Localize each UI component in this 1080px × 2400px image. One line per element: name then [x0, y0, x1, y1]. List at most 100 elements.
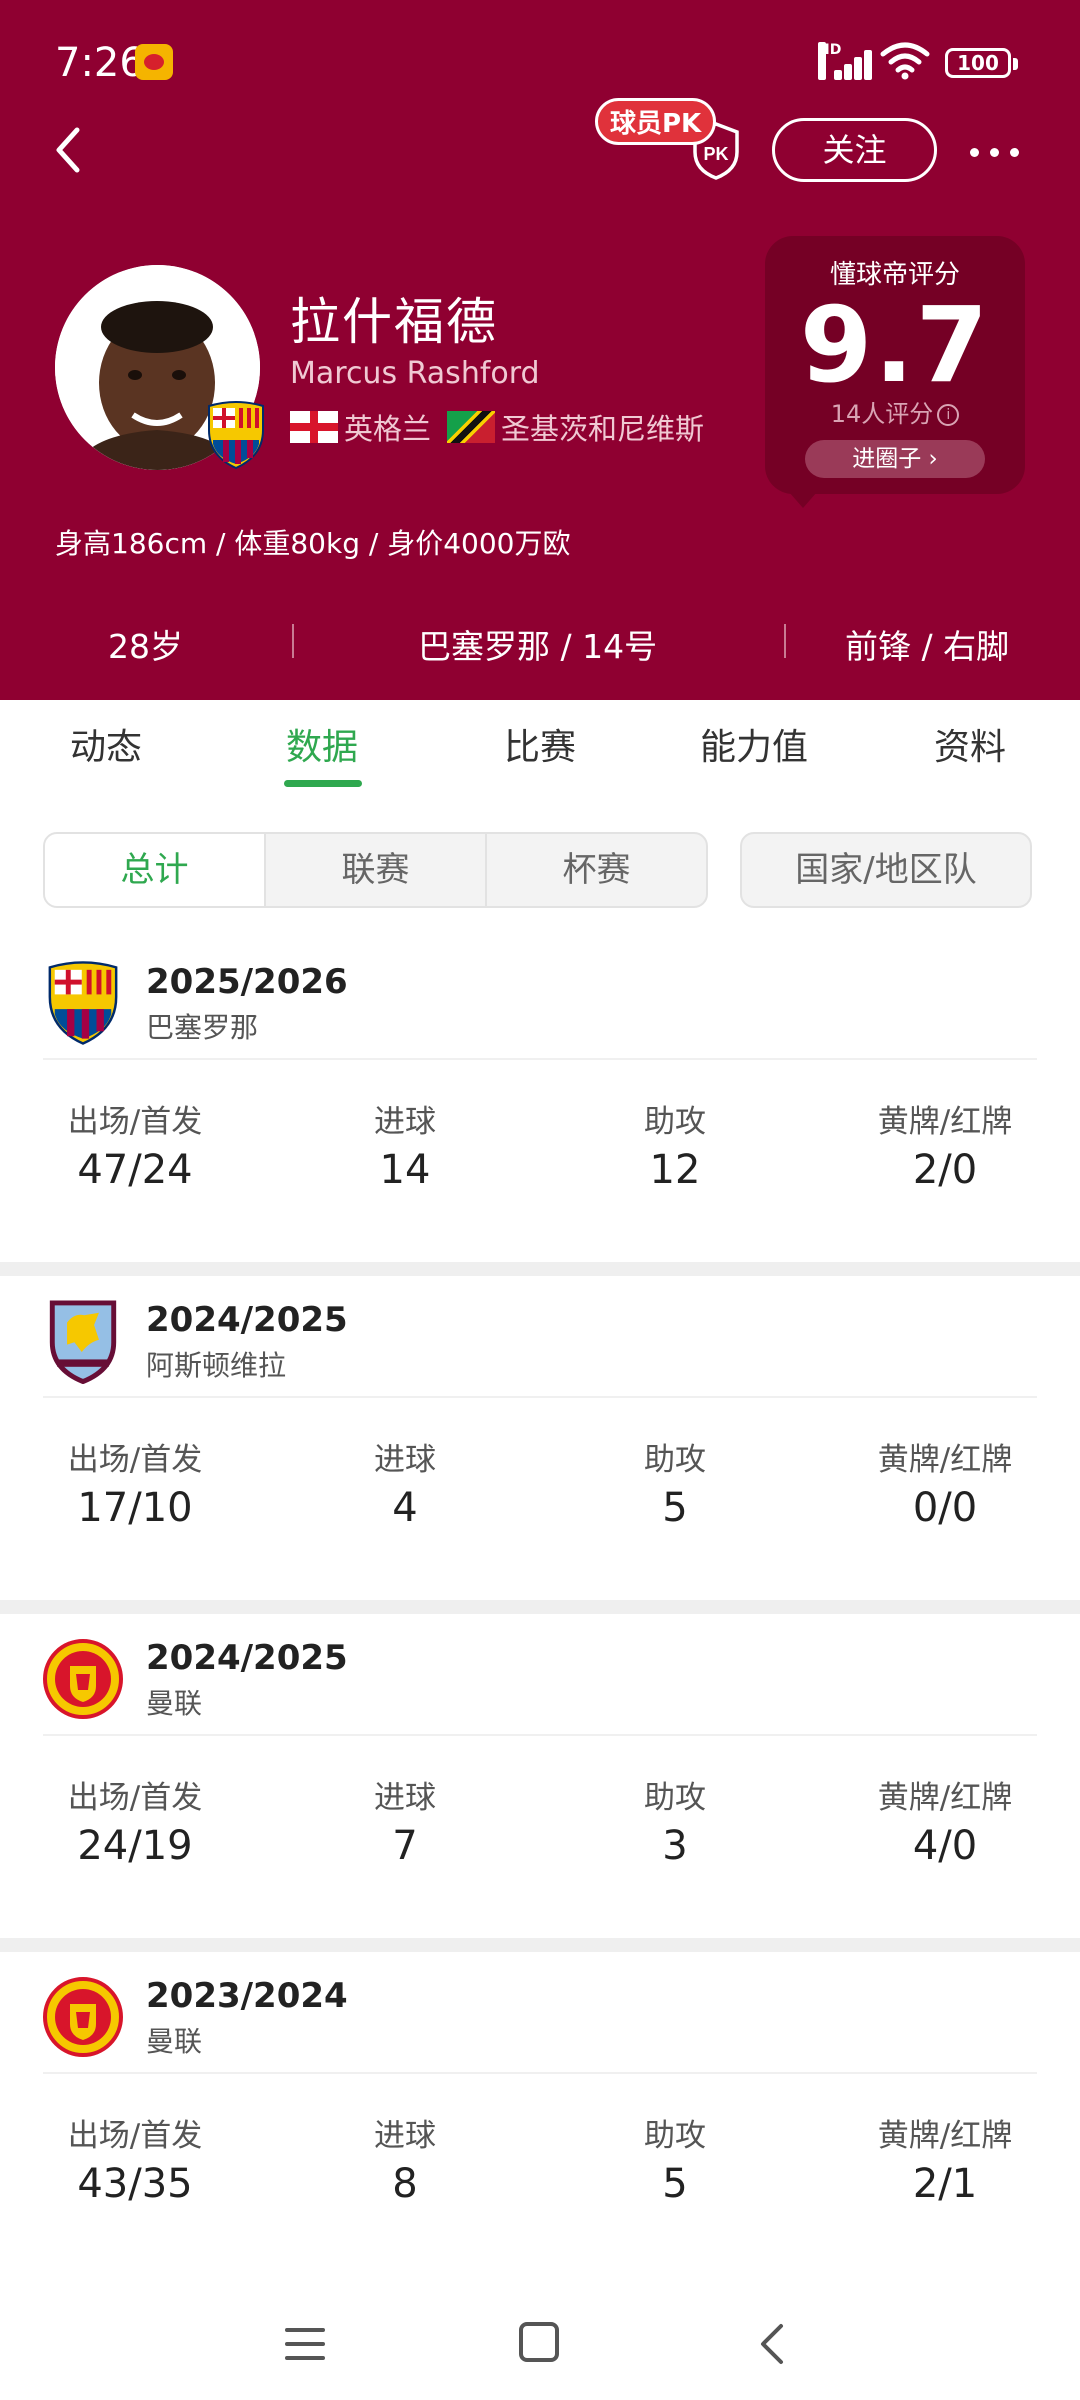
player-club-number: 巴塞罗那 / 14号: [418, 627, 658, 666]
meta-divider: [292, 624, 294, 658]
status-time: 7:26: [55, 40, 145, 86]
stat-goals: 进球 8: [295, 2110, 515, 2207]
section-gap: [0, 1600, 1080, 1614]
stat-goals: 进球 14: [295, 1096, 515, 1193]
rating-score: 9.7: [799, 284, 991, 406]
aston-villa-crest-icon: [49, 1300, 117, 1384]
player-meta-row: 28岁 巴塞罗那 / 14号 前锋 / 右脚: [0, 600, 1080, 680]
meta-divider: [784, 624, 786, 658]
season-card[interactable]: 2023/2024 曼联 出场/首发 43/35 进球 8 助攻 5 黄牌/红牌 2/1: [0, 1952, 1080, 2276]
stat-assists: 助攻 5: [565, 1434, 785, 1531]
filter-cup[interactable]: 杯赛: [487, 834, 706, 906]
stat-value: 8: [392, 2161, 418, 2207]
rating-count-row: 14人评分 i: [765, 394, 1025, 429]
player-position-foot: 前锋 / 右脚: [845, 627, 1010, 666]
season-card[interactable]: 2025/2026 巴塞罗那 出场/首发 47/24 进球 14 助攻 12 黄牌/红…: [0, 938, 1080, 1262]
follow-button[interactable]: 关注: [772, 118, 937, 182]
barcelona-crest-icon: [48, 961, 118, 1045]
stat-label: 进球: [374, 1442, 436, 1478]
stat-cards: 黄牌/红牌 2/0: [835, 1096, 1055, 1193]
stat-value: 7: [392, 1823, 418, 1869]
player-name-cn: 拉什福德: [290, 293, 498, 351]
profile-tabs: 动态 数据 比赛 能力值 资料: [0, 700, 1080, 790]
season-club: 曼联: [146, 1687, 203, 1720]
stat-assists: 助攻 3: [565, 1772, 785, 1869]
battery-icon: 100: [945, 48, 1018, 78]
tab-matches[interactable]: 比赛: [504, 718, 576, 770]
physical-info: 身高186cm / 体重80kg / 身价4000万欧: [55, 527, 571, 560]
section-gap: [0, 1262, 1080, 1276]
hd-indicator: HD: [818, 42, 841, 80]
back-arrow-icon[interactable]: [45, 120, 95, 180]
stat-value: 4: [392, 1485, 418, 1531]
rating-card[interactable]: 懂球帝评分 9.7 14人评分 i 进圈子 ›: [765, 236, 1025, 508]
join-circle-label: 进圈子: [852, 446, 922, 472]
man-united-crest-icon: [43, 1639, 123, 1719]
divider: [43, 1734, 1037, 1736]
tab-data[interactable]: 数据: [286, 718, 358, 770]
filter-national-team[interactable]: 国家/地区队: [740, 832, 1032, 908]
stat-value: 3: [662, 1823, 688, 1869]
stat-label: 出场/首发: [67, 1104, 203, 1140]
season-club: 曼联: [146, 2025, 203, 2058]
recent-apps-icon[interactable]: [285, 2326, 325, 2362]
filter-total[interactable]: 总计: [45, 834, 266, 906]
pk-icon-text: PK: [703, 144, 728, 164]
active-tab-indicator: [284, 780, 362, 787]
player-name-en: Marcus Rashford: [290, 356, 540, 391]
filter-league[interactable]: 联赛: [266, 834, 487, 906]
pk-badge-label: 球员PK: [595, 98, 717, 145]
weibo-notification-icon: [135, 44, 173, 80]
stat-label: 进球: [374, 2118, 436, 2154]
nationality-secondary: 圣基茨和尼维斯: [501, 412, 705, 446]
man-united-crest-icon: [43, 1977, 123, 2057]
info-icon[interactable]: i: [937, 404, 960, 426]
stat-label: 助攻: [644, 2118, 706, 2154]
season-card[interactable]: 2024/2025 曼联 出场/首发 24/19 进球 7 助攻 3 黄牌/红牌 4/0: [0, 1614, 1080, 1938]
divider: [43, 1396, 1037, 1398]
player-age: 28岁: [108, 627, 183, 666]
wifi-icon: [880, 42, 930, 80]
england-flag-icon: [290, 411, 338, 443]
stat-label: 黄牌/红牌: [877, 1104, 1013, 1140]
stat-value: 5: [662, 1485, 688, 1531]
tab-news[interactable]: 动态: [70, 718, 142, 770]
stat-value: 5: [662, 2161, 688, 2207]
season-year: 2024/2025: [146, 1638, 348, 1678]
stat-value: 17/10: [77, 1485, 193, 1531]
stat-apps: 出场/首发 24/19: [25, 1772, 245, 1869]
nationality-row: 英格兰 圣基茨和尼维斯: [290, 406, 704, 448]
stat-label: 出场/首发: [67, 1442, 203, 1478]
stat-goals: 进球 7: [295, 1772, 515, 1869]
stat-label: 黄牌/红牌: [877, 1442, 1013, 1478]
season-year: 2024/2025: [146, 1300, 348, 1340]
join-circle-button[interactable]: 进圈子 ›: [805, 440, 985, 478]
stat-label: 黄牌/红牌: [877, 1780, 1013, 1816]
stat-value: 14: [379, 1147, 431, 1193]
stat-apps: 出场/首发 47/24: [25, 1096, 245, 1193]
season-year: 2025/2026: [146, 962, 348, 1002]
tab-profile[interactable]: 资料: [934, 718, 1006, 770]
stat-label: 进球: [374, 1104, 436, 1140]
stat-apps: 出场/首发 43/35: [25, 2110, 245, 2207]
stat-label: 出场/首发: [67, 2118, 203, 2154]
barcelona-crest-icon: [208, 401, 264, 470]
stat-label: 进球: [374, 1780, 436, 1816]
home-icon[interactable]: [519, 2322, 559, 2362]
player-pk-button[interactable]: PK 球员PK: [595, 98, 745, 188]
divider: [43, 1058, 1037, 1060]
stat-label: 出场/首发: [67, 1780, 203, 1816]
tab-abilities[interactable]: 能力值: [700, 718, 808, 770]
stat-label: 黄牌/红牌: [877, 2118, 1013, 2154]
stat-assists: 助攻 5: [565, 2110, 785, 2207]
stat-value: 2/1: [912, 2161, 978, 2207]
competition-filter: 总计 联赛 杯赛: [43, 832, 708, 908]
stat-label: 助攻: [644, 1104, 706, 1140]
back-icon[interactable]: [757, 2322, 787, 2366]
more-options-icon[interactable]: [968, 130, 1022, 170]
system-navigation-bar: [0, 2270, 1080, 2400]
season-card[interactable]: 2024/2025 阿斯顿维拉 出场/首发 17/10 进球 4 助攻 5 黄牌/红牌…: [0, 1276, 1080, 1600]
section-gap: [0, 1938, 1080, 1952]
nationality-primary: 英格兰: [344, 412, 432, 446]
stat-value: 12: [649, 1147, 701, 1193]
